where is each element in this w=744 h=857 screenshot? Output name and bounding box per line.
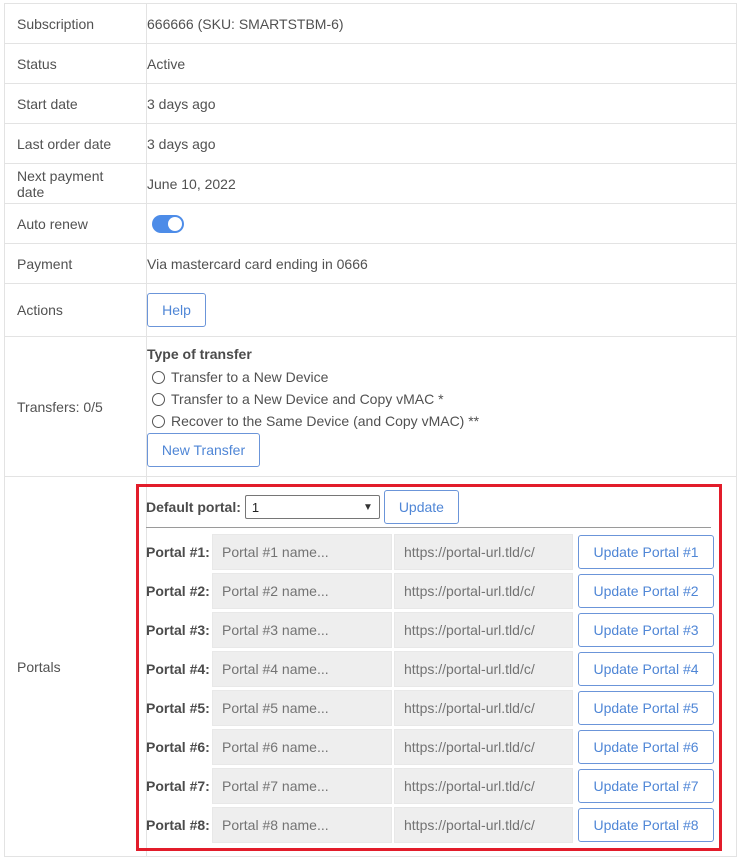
row-label: Status [4, 43, 147, 84]
payment-row: Payment Via mastercard card ending in 06… [4, 243, 737, 284]
portal-name-input[interactable]: Portal #1 name... [212, 534, 392, 570]
portal-label: Portal #8: [146, 817, 210, 833]
toggle-knob [168, 216, 182, 231]
status-value: Active [146, 43, 737, 84]
next-payment-row: Next payment date June 10, 2022 [4, 163, 737, 204]
portal-url-input[interactable]: https://portal-url.tld/c/ [394, 807, 573, 843]
subscription-value: 666666 (SKU: SMARTSTBM-6) [146, 3, 737, 44]
portal-label: Portal #7: [146, 778, 210, 794]
portal-label: Portal #2: [146, 583, 210, 599]
help-button[interactable]: Help [147, 293, 206, 327]
row-label: Next payment date [4, 163, 147, 204]
portal-name-input[interactable]: Portal #5 name... [212, 690, 392, 726]
portal-label: Portal #5: [146, 700, 210, 716]
portal-row: Portal #8: Portal #8 name... https://por… [146, 807, 714, 843]
option-label: Transfer to a New Device and Copy vMAC * [171, 391, 444, 407]
update-portal-button[interactable]: Update Portal #6 [578, 730, 714, 764]
divider [146, 527, 711, 528]
option-label: Recover to the Same Device (and Copy vMA… [171, 413, 480, 429]
status-row: Status Active [4, 43, 737, 84]
portal-row: Portal #2: Portal #2 name... https://por… [146, 573, 714, 609]
portal-url-input[interactable]: https://portal-url.tld/c/ [394, 573, 573, 609]
update-portal-button[interactable]: Update Portal #2 [578, 574, 714, 608]
row-label: Auto renew [4, 203, 147, 244]
portal-name-input[interactable]: Portal #6 name... [212, 729, 392, 765]
transfer-type-heading: Type of transfer [147, 346, 252, 362]
default-portal-row: Default portal: 1 ▼ Update [146, 487, 459, 527]
subscription-row: Subscription 666666 (SKU: SMARTSTBM-6) [4, 3, 737, 44]
payment-value: Via mastercard card ending in 0666 [146, 243, 737, 284]
portals-panel: Default portal: 1 ▼ Update Portal #1: Po… [136, 484, 722, 851]
actions-row: Actions Help [4, 283, 737, 337]
chevron-down-icon: ▼ [362, 501, 373, 513]
portal-label: Portal #3: [146, 622, 210, 638]
portal-name-input[interactable]: Portal #2 name... [212, 573, 392, 609]
transfer-option-new-device[interactable]: Transfer to a New Device [147, 366, 728, 388]
portal-url-input[interactable]: https://portal-url.tld/c/ [394, 612, 573, 648]
last-order-row: Last order date 3 days ago [4, 123, 737, 164]
update-portal-button[interactable]: Update Portal #4 [578, 652, 714, 686]
update-portal-button[interactable]: Update Portal #1 [578, 535, 714, 569]
subscription-details-table: Subscription 666666 (SKU: SMARTSTBM-6) S… [4, 3, 737, 857]
row-label: Transfers: 0/5 [4, 336, 147, 477]
portal-name-input[interactable]: Portal #4 name... [212, 651, 392, 687]
portal-url-input[interactable]: https://portal-url.tld/c/ [394, 690, 573, 726]
row-label: Subscription [4, 3, 147, 44]
portal-url-input[interactable]: https://portal-url.tld/c/ [394, 534, 573, 570]
next-payment-value: June 10, 2022 [146, 163, 737, 204]
portal-label: Portal #4: [146, 661, 210, 677]
auto-renew-row: Auto renew [4, 203, 737, 244]
portal-label: Portal #6: [146, 739, 210, 755]
portal-url-input[interactable]: https://portal-url.tld/c/ [394, 729, 573, 765]
start-date-value: 3 days ago [146, 83, 737, 124]
portal-row: Portal #5: Portal #5 name... https://por… [146, 690, 714, 726]
portal-name-input[interactable]: Portal #8 name... [212, 807, 392, 843]
portal-label: Portal #1: [146, 544, 210, 560]
portals-row: Portals Default portal: 1 ▼ Update Porta… [4, 476, 737, 857]
row-label: Start date [4, 83, 147, 124]
transfer-option-recover[interactable]: Recover to the Same Device (and Copy vMA… [147, 410, 728, 432]
radio-button-icon[interactable] [152, 370, 165, 384]
row-label: Portals [4, 476, 147, 857]
option-label: Transfer to a New Device [171, 369, 329, 385]
radio-button-icon[interactable] [152, 414, 165, 428]
radio-button-icon[interactable] [152, 392, 165, 406]
update-portal-button[interactable]: Update Portal #8 [578, 808, 714, 842]
portal-row: Portal #7: Portal #7 name... https://por… [146, 768, 714, 804]
update-portal-button[interactable]: Update Portal #5 [578, 691, 714, 725]
auto-renew-toggle[interactable] [152, 214, 184, 233]
portal-row: Portal #3: Portal #3 name... https://por… [146, 612, 714, 648]
update-default-portal-button[interactable]: Update [383, 490, 459, 524]
select-value: 1 [251, 499, 260, 515]
start-date-row: Start date 3 days ago [4, 83, 737, 124]
row-label: Payment [4, 243, 147, 284]
portal-url-input[interactable]: https://portal-url.tld/c/ [394, 768, 573, 804]
portal-url-input[interactable]: https://portal-url.tld/c/ [394, 651, 573, 687]
portal-name-input[interactable]: Portal #7 name... [212, 768, 392, 804]
new-transfer-button[interactable]: New Transfer [147, 433, 260, 467]
transfers-row: Transfers: 0/5 Type of transfer Transfer… [4, 336, 737, 477]
row-label: Last order date [4, 123, 147, 164]
update-portal-button[interactable]: Update Portal #3 [578, 613, 714, 647]
update-portal-button[interactable]: Update Portal #7 [578, 769, 714, 803]
portal-name-input[interactable]: Portal #3 name... [212, 612, 392, 648]
default-portal-label: Default portal: [146, 499, 241, 515]
portal-row: Portal #1: Portal #1 name... https://por… [146, 534, 714, 570]
row-label: Actions [4, 283, 147, 337]
portal-row: Portal #6: Portal #6 name... https://por… [146, 729, 714, 765]
portal-row: Portal #4: Portal #4 name... https://por… [146, 651, 714, 687]
transfer-option-copy-vmac[interactable]: Transfer to a New Device and Copy vMAC * [147, 388, 728, 410]
default-portal-select[interactable]: 1 ▼ [244, 495, 380, 519]
last-order-value: 3 days ago [146, 123, 737, 164]
